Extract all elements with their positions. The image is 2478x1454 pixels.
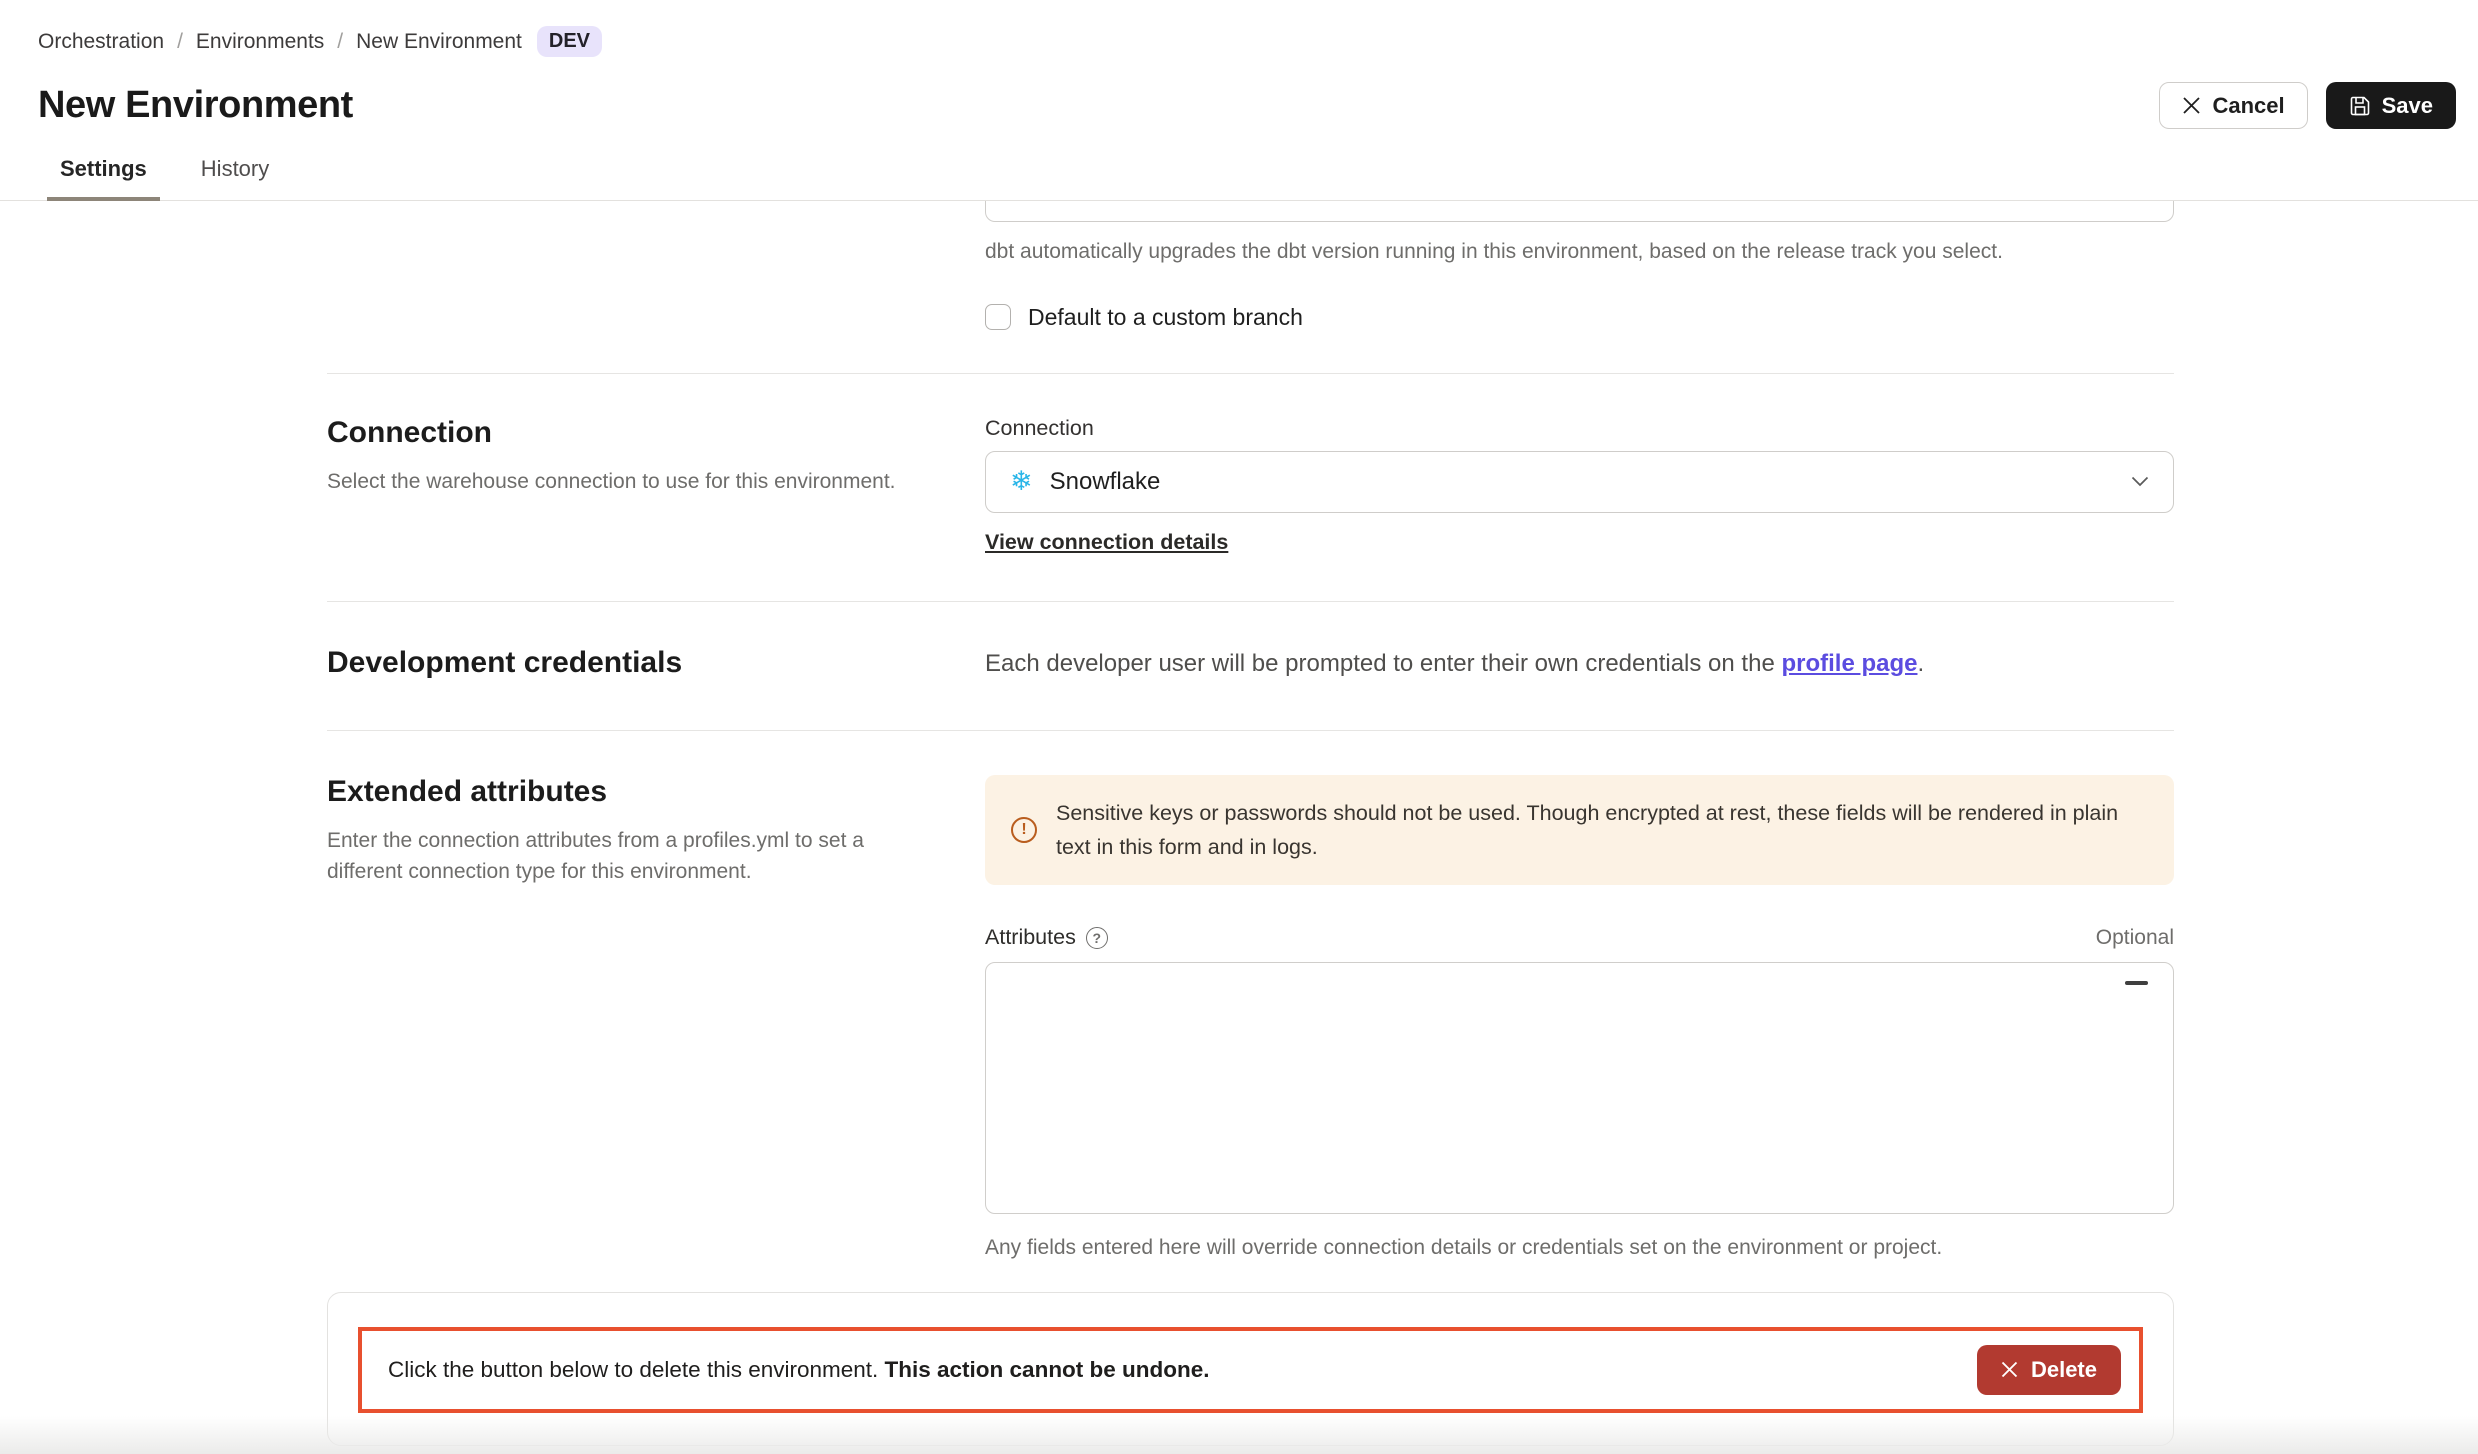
close-icon [2182, 96, 2201, 115]
release-track-block: dbt automatically upgrades the dbt versi… [985, 201, 2174, 373]
warning-icon: ! [1011, 817, 1037, 843]
tab-bar: Settings History [38, 156, 2456, 201]
extended-section-description: Enter the connection attributes from a p… [327, 825, 927, 888]
extended-attributes-section: Extended attributes Enter the connection… [327, 731, 2174, 1264]
credentials-text-before: Each developer user will be prompted to … [985, 650, 1781, 677]
release-track-select-partial[interactable] [985, 201, 2174, 222]
warning-text: Sensitive keys or passwords should not b… [1056, 796, 2148, 865]
tab-settings[interactable]: Settings [47, 156, 160, 201]
delete-environment-card: Click the button below to delete this en… [327, 1292, 2174, 1446]
connection-section-intro: Connection Select the warehouse connecti… [327, 416, 985, 555]
attributes-editor[interactable] [985, 962, 2174, 1214]
custom-branch-checkbox-row[interactable]: Default to a custom branch [985, 304, 2174, 331]
cancel-button[interactable]: Cancel [2159, 82, 2307, 129]
release-track-helper: dbt automatically upgrades the dbt versi… [985, 236, 2174, 268]
connection-select[interactable]: ❄ Snowflake [985, 451, 2174, 513]
collapse-icon[interactable] [2125, 981, 2148, 985]
page-header: Orchestration / Environments / New Envir… [0, 0, 2478, 201]
save-button-label: Save [2382, 93, 2433, 119]
header-actions: Cancel Save [2159, 82, 2456, 129]
credentials-text-after: . [1917, 650, 1924, 677]
close-icon [2001, 1361, 2018, 1378]
connection-section-description: Select the warehouse connection to use f… [327, 466, 927, 498]
optional-badge: Optional [2096, 926, 2174, 950]
breadcrumb-new-environment[interactable]: New Environment [356, 30, 522, 54]
environment-type-badge: DEV [537, 26, 602, 57]
custom-branch-label: Default to a custom branch [1028, 304, 1303, 331]
attributes-label-row: Attributes ? Optional [985, 925, 2174, 950]
breadcrumb-orchestration[interactable]: Orchestration [38, 30, 164, 54]
delete-button[interactable]: Delete [1977, 1345, 2121, 1395]
credentials-section-intro: Development credentials [327, 646, 985, 680]
new-environment-page: Orchestration / Environments / New Envir… [0, 0, 2478, 1454]
extended-section-fields: ! Sensitive keys or passwords should not… [985, 775, 2174, 1264]
extended-section-intro: Extended attributes Enter the connection… [327, 775, 985, 1264]
delete-warning-text: Click the button below to delete this en… [388, 1357, 1210, 1383]
credentials-section-text: Each developer user will be prompted to … [985, 646, 2174, 680]
breadcrumb-separator: / [337, 30, 343, 54]
view-connection-details-link[interactable]: View connection details [985, 530, 1228, 555]
connection-selected-value: Snowflake [1050, 468, 1161, 496]
attributes-field-label: Attributes [985, 925, 1076, 950]
delete-button-label: Delete [2031, 1357, 2097, 1383]
connection-section-fields: Connection ❄ Snowflake View connection d… [985, 416, 2174, 555]
connection-section-title: Connection [327, 416, 985, 450]
title-row: New Environment Cancel Save [38, 82, 2456, 129]
settings-form: dbt automatically upgrades the dbt versi… [327, 201, 2174, 1446]
sensitive-keys-warning-banner: ! Sensitive keys or passwords should not… [985, 775, 2174, 886]
tab-history[interactable]: History [188, 156, 282, 201]
credentials-section-title: Development credentials [327, 646, 985, 680]
help-icon[interactable]: ? [1086, 927, 1108, 949]
profile-page-link[interactable]: profile page [1781, 650, 1917, 677]
connection-field-label: Connection [985, 416, 2174, 441]
delete-text-normal: Click the button below to delete this en… [388, 1357, 885, 1382]
snowflake-icon: ❄ [1010, 468, 1033, 495]
delete-text-bold: This action cannot be undone. [885, 1357, 1210, 1382]
connection-section: Connection Select the warehouse connecti… [327, 374, 2174, 601]
delete-highlight-box: Click the button below to delete this en… [358, 1327, 2143, 1413]
page-title: New Environment [38, 84, 353, 127]
save-button[interactable]: Save [2326, 82, 2456, 129]
development-credentials-section: Development credentials Each developer u… [327, 602, 2174, 730]
chevron-down-icon [2131, 476, 2149, 487]
breadcrumb: Orchestration / Environments / New Envir… [38, 26, 2456, 57]
attributes-label-wrap: Attributes ? [985, 925, 1108, 950]
breadcrumb-separator: / [177, 30, 183, 54]
cancel-button-label: Cancel [2212, 93, 2284, 119]
breadcrumb-environments[interactable]: Environments [196, 30, 324, 54]
custom-branch-checkbox[interactable] [985, 304, 1011, 330]
extended-section-title: Extended attributes [327, 775, 985, 809]
attributes-editor-helper: Any fields entered here will override co… [985, 1232, 2174, 1264]
save-icon [2349, 95, 2371, 117]
